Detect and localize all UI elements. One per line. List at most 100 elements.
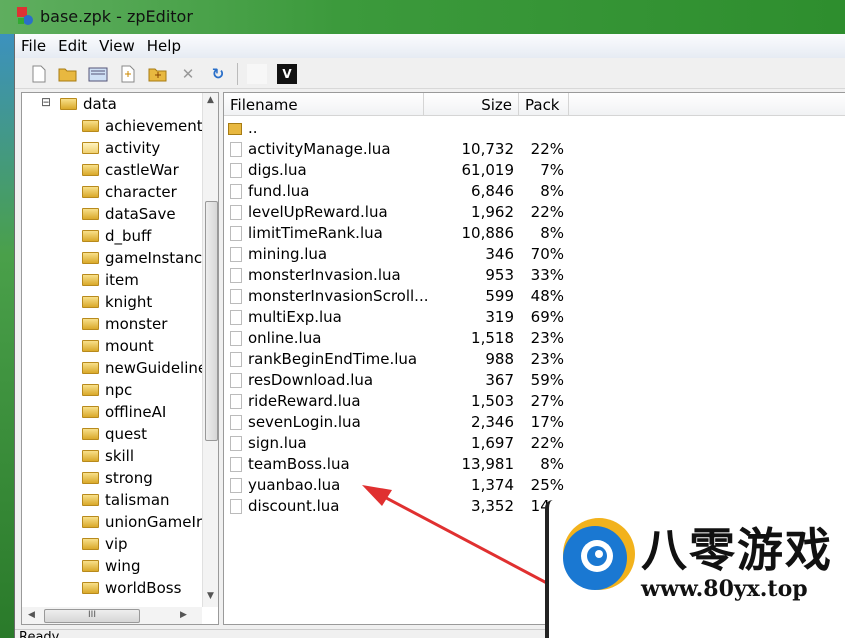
table-row[interactable]: sign.lua 1,697 22% xyxy=(224,433,845,454)
folder-icon xyxy=(82,230,99,242)
menu-view[interactable]: View xyxy=(93,34,141,55)
tree-item-label: offlineAI xyxy=(105,403,167,421)
size-cell: 1,962 xyxy=(471,203,514,221)
tree-item-datasave[interactable]: dataSave xyxy=(82,203,176,225)
file-icon xyxy=(230,394,242,409)
v-icon[interactable]: V xyxy=(277,64,297,84)
tree-item-worldboss[interactable]: worldBoss xyxy=(82,577,181,599)
menu-file[interactable]: File xyxy=(15,34,52,55)
menu-help[interactable]: Help xyxy=(141,34,187,55)
open-folder-icon[interactable] xyxy=(58,64,78,84)
collapse-icon[interactable]: ⊟ xyxy=(41,95,51,109)
table-row[interactable]: online.lua 1,518 23% xyxy=(224,328,845,349)
scroll-thumb[interactable] xyxy=(205,201,218,441)
tree-item-wing[interactable]: wing xyxy=(82,555,140,577)
table-row[interactable]: monsterInvasion.lua 953 33% xyxy=(224,265,845,286)
file-icon xyxy=(230,205,242,220)
table-row[interactable]: levelUpReward.lua 1,962 22% xyxy=(224,202,845,223)
table-row[interactable]: rankBeginEndTime.lua 988 23% xyxy=(224,349,845,370)
folder-icon xyxy=(82,274,99,286)
table-row[interactable]: mining.lua 346 70% xyxy=(224,244,845,265)
table-row[interactable]: rideReward.lua 1,503 27% xyxy=(224,391,845,412)
table-row[interactable]: sevenLogin.lua 2,346 17% xyxy=(224,412,845,433)
table-row[interactable]: limitTimeRank.lua 10,886 8% xyxy=(224,223,845,244)
add-file-icon[interactable] xyxy=(118,64,138,84)
menu-edit[interactable]: Edit xyxy=(52,34,93,55)
pack-cell: 27% xyxy=(530,392,564,410)
table-row[interactable]: .. xyxy=(224,118,845,139)
table-row[interactable]: yuanbao.lua 1,374 25% xyxy=(224,475,845,496)
tree-item-offlineai[interactable]: offlineAI xyxy=(82,401,166,423)
tree-item-talisman[interactable]: talisman xyxy=(82,489,170,511)
column-filler xyxy=(569,93,845,116)
tree-item-activity[interactable]: activity xyxy=(82,137,160,159)
scroll-left-icon[interactable]: ◀ xyxy=(28,610,35,620)
tree-item-uniongameir[interactable]: unionGameIr xyxy=(82,511,202,533)
file-icon xyxy=(230,310,242,325)
toolbar: ✕ ↻ V xyxy=(15,59,845,89)
folder-icon xyxy=(82,142,99,154)
tree-item-label: vip xyxy=(105,535,128,553)
blank-icon[interactable] xyxy=(247,64,267,84)
tree-item-label: skill xyxy=(105,447,135,465)
folder-tree: worldBoss wing vip unionGameIr talisman stron… xyxy=(21,92,219,625)
tree-item-data[interactable]: data xyxy=(60,93,117,115)
pack-cell: 59% xyxy=(530,371,564,389)
folder-icon xyxy=(82,582,99,594)
filename-cell: multiExp.lua xyxy=(248,308,342,326)
new-file-icon[interactable] xyxy=(29,64,49,84)
folder-icon xyxy=(82,428,99,440)
save-archive-icon[interactable] xyxy=(88,64,108,84)
tree-item-item[interactable]: item xyxy=(82,269,139,291)
size-cell: 61,019 xyxy=(461,161,515,179)
watermark-brand: 八零游戏 xyxy=(641,523,833,577)
tree-item-skill[interactable]: skill xyxy=(82,445,134,467)
tree-item-label: monster xyxy=(105,315,168,333)
tree-item-character[interactable]: character xyxy=(82,181,177,203)
tree-item-achievement[interactable]: achievement xyxy=(82,115,203,137)
table-row[interactable]: activityManage.lua 10,732 22% xyxy=(224,139,845,160)
tree-vertical-scrollbar[interactable]: ▲ ▼ xyxy=(202,93,218,607)
pack-cell: 7% xyxy=(540,161,564,179)
column-size[interactable]: Size xyxy=(424,93,519,116)
filename-cell: monsterInvasion.lua xyxy=(248,266,401,284)
table-row[interactable]: digs.lua 61,019 7% xyxy=(224,160,845,181)
table-row[interactable]: monsterInvasionScroll... 599 48% xyxy=(224,286,845,307)
tree-item-monster[interactable]: monster xyxy=(82,313,167,335)
refresh-icon[interactable]: ↻ xyxy=(208,64,228,84)
add-folder-icon[interactable] xyxy=(148,64,168,84)
folder-icon xyxy=(82,252,99,264)
tree-item-newguideline[interactable]: newGuideline xyxy=(82,357,207,379)
tree-item-label: item xyxy=(105,271,139,289)
size-cell: 10,732 xyxy=(461,140,515,158)
table-row[interactable]: multiExp.lua 319 69% xyxy=(224,307,845,328)
scroll-down-icon[interactable]: ▼ xyxy=(207,591,214,601)
folder-icon xyxy=(82,450,99,462)
table-row[interactable]: resDownload.lua 367 59% xyxy=(224,370,845,391)
pack-cell: 25% xyxy=(530,476,564,494)
filename-cell: yuanbao.lua xyxy=(248,476,341,494)
pack-cell: 8% xyxy=(540,455,564,473)
column-filename[interactable]: Filename xyxy=(224,93,424,116)
tree-item-d_buff[interactable]: d_buff xyxy=(82,225,151,247)
tree-item-gameinstanc[interactable]: gameInstanc xyxy=(82,247,202,269)
tree-item-quest[interactable]: quest xyxy=(82,423,147,445)
tree-item-castlewar[interactable]: castleWar xyxy=(82,159,179,181)
hscroll-thumb[interactable]: III xyxy=(44,609,140,623)
tree-item-mount[interactable]: mount xyxy=(82,335,154,357)
tree-item-knight[interactable]: knight xyxy=(82,291,152,313)
column-pack[interactable]: Pack xyxy=(519,93,569,116)
delete-icon[interactable]: ✕ xyxy=(178,64,198,84)
scroll-up-icon[interactable]: ▲ xyxy=(207,95,214,105)
file-icon xyxy=(230,331,242,346)
tree-horizontal-scrollbar[interactable]: ◀ III ▶ xyxy=(22,607,202,624)
tree-item-npc[interactable]: npc xyxy=(82,379,132,401)
scroll-right-icon[interactable]: ▶ xyxy=(180,610,187,620)
filename-cell: activityManage.lua xyxy=(248,140,391,158)
pack-cell: 22% xyxy=(530,434,564,452)
table-row[interactable]: teamBoss.lua 13,981 8% xyxy=(224,454,845,475)
table-row[interactable]: fund.lua 6,846 8% xyxy=(224,181,845,202)
tree-item-strong[interactable]: strong xyxy=(82,467,153,489)
filename-cell: .. xyxy=(248,119,258,137)
tree-item-vip[interactable]: vip xyxy=(82,533,128,555)
